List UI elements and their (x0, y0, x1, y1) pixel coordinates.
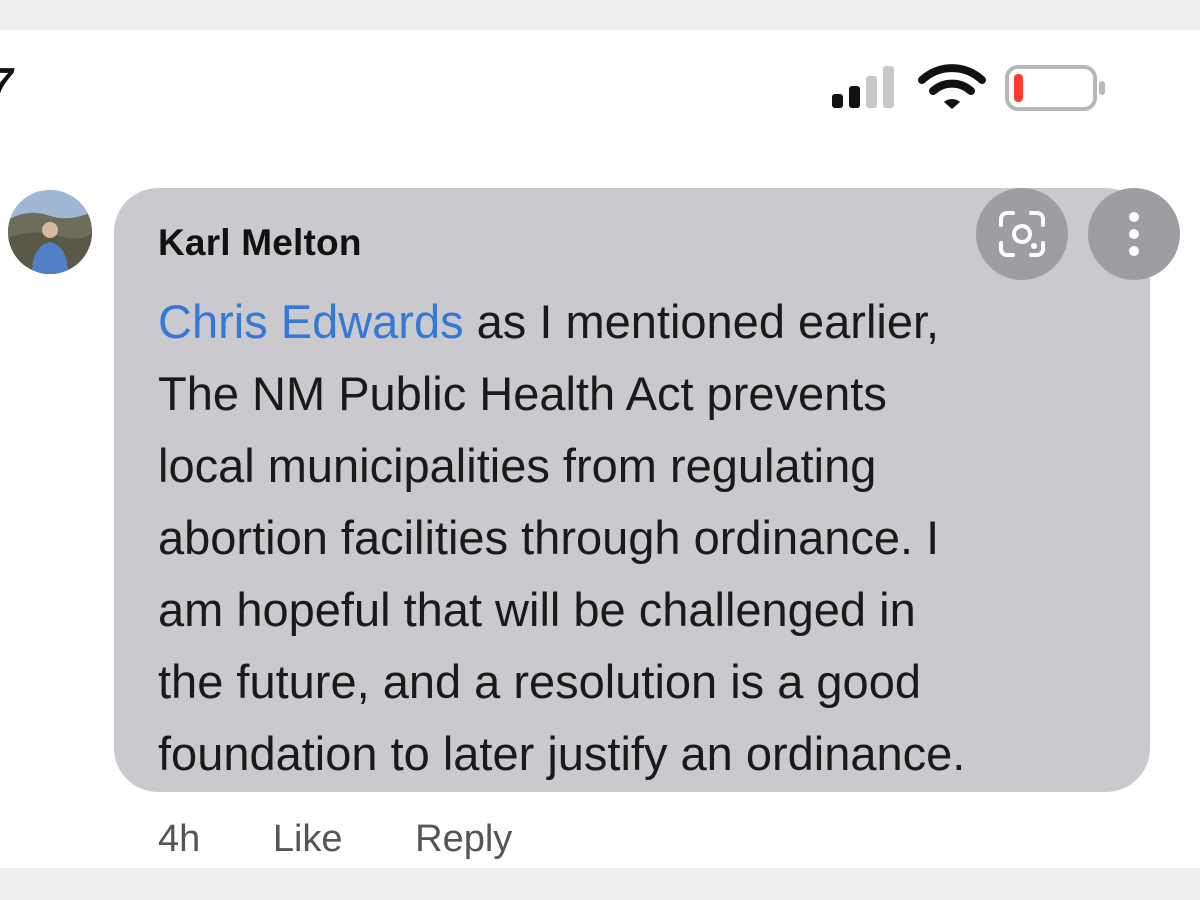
signal-bar-4 (883, 66, 894, 108)
comment-timestamp: 4h (158, 818, 201, 860)
cellular-signal-icon (832, 66, 894, 108)
like-button[interactable]: Like (273, 818, 343, 860)
comment-line: The NM Public Health Act prevents (158, 367, 887, 420)
comment-author[interactable]: Karl Melton (158, 222, 362, 264)
comment-line: am hopeful that will be challenged in (158, 583, 916, 636)
comment-text: Chris Edwards as I mentioned earlier, Th… (158, 286, 1118, 790)
signal-bar-2 (849, 86, 860, 108)
more-options-button[interactable] (1088, 188, 1180, 280)
user-avatar-photo (8, 190, 92, 274)
more-vertical-icon (1129, 212, 1139, 256)
visual-lookup-icon (999, 211, 1045, 257)
avatar[interactable] (8, 190, 92, 274)
wifi-icon (918, 64, 986, 109)
battery-low-icon (1005, 65, 1105, 111)
comment-line-1-text: as I mentioned earlier, (463, 295, 940, 348)
battery-level-fill (1014, 74, 1023, 102)
reply-button[interactable]: Reply (415, 818, 512, 860)
comment-line: abortion facilities through ordinance. I (158, 511, 940, 564)
comment-line: foundation to later justify an ordinance… (158, 727, 966, 780)
visual-lookup-button[interactable] (976, 188, 1068, 280)
comment-line: the future, and a resolution is a good (158, 655, 921, 708)
signal-bar-1 (832, 94, 843, 108)
comment-line: local municipalities from regulating (158, 439, 877, 492)
comment-actions: 4h Like Reply (158, 818, 574, 861)
signal-bar-3 (866, 76, 877, 108)
comment-line-1: Chris Edwards as I mentioned earlier, (158, 286, 1118, 358)
mention-link[interactable]: Chris Edwards (158, 295, 464, 348)
bottom-band (0, 868, 1200, 900)
